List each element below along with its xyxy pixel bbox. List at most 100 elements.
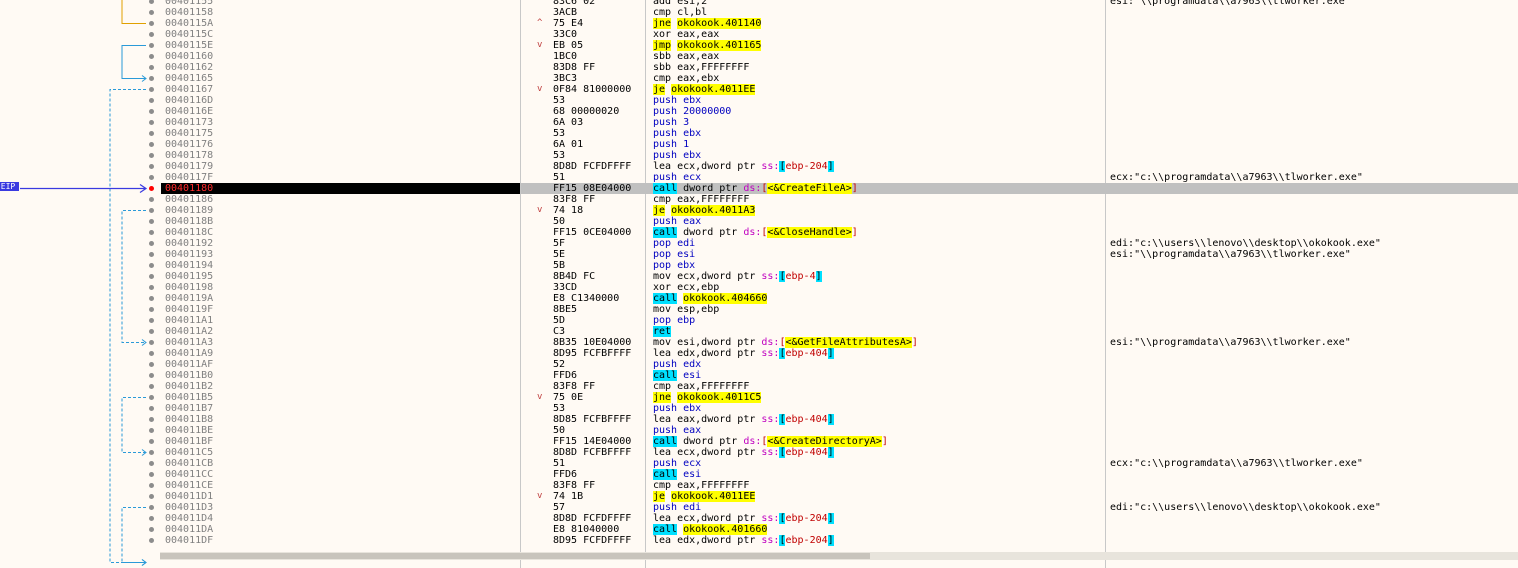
- current-instruction-row[interactable]: 00401180 FF15 08E04000 call dword ptr ds:[…: [0, 183, 1518, 194]
- breakpoint-dot[interactable]: [149, 406, 154, 411]
- instruction-row[interactable]: 0040119F 8BE5 mov esp,ebp: [0, 304, 1518, 315]
- breakpoint-dot[interactable]: [149, 483, 154, 488]
- instruction-row[interactable]: 004011DF 8D95 FCFDFFFF lea edx,dword ptr s…: [0, 535, 1518, 546]
- instruction-row[interactable]: 004011A1 5D pop ebp: [0, 315, 1518, 326]
- breakpoint-dot[interactable]: [149, 142, 154, 147]
- breakpoint-dot[interactable]: [149, 175, 154, 180]
- breakpoint-dot[interactable]: [149, 219, 154, 224]
- breakpoint-dot[interactable]: [149, 494, 154, 499]
- breakpoint-dot[interactable]: [149, 54, 154, 59]
- instruction-row[interactable]: 004011B5 v 75 0E jne okokook.4011C5: [0, 392, 1518, 403]
- breakpoint-dot[interactable]: [149, 197, 154, 202]
- instruction-row[interactable]: 0040118B 50 push eax: [0, 216, 1518, 227]
- breakpoint-dot[interactable]: [149, 439, 154, 444]
- breakpoint-dot[interactable]: [149, 65, 154, 70]
- instruction-row[interactable]: 00401189 v 74 18 je okokook.4011A3: [0, 205, 1518, 216]
- instruction-row[interactable]: 00401186 83F8 FF cmp eax,FFFFFFFF: [0, 194, 1518, 205]
- breakpoint-dot[interactable]: [149, 230, 154, 235]
- instruction-row[interactable]: 004011B8 8D85 FCFBFFFF lea eax,dword ptr s…: [0, 414, 1518, 425]
- instruction-row[interactable]: 004011A2 C3 ret: [0, 326, 1518, 337]
- instruction-row[interactable]: 004011CB 51 push ecx ecx:"c:\\programdata\\…: [0, 458, 1518, 469]
- instruction-row[interactable]: 00401178 53 push ebx: [0, 150, 1518, 161]
- breakpoint-dot[interactable]: [149, 131, 154, 136]
- breakpoint-dot[interactable]: [149, 208, 154, 213]
- instruction-row[interactable]: 00401173 6A 03 push 3: [0, 117, 1518, 128]
- instruction-row[interactable]: 00401175 53 push ebx: [0, 128, 1518, 139]
- breakpoint-dot[interactable]: [149, 351, 154, 356]
- scrollbar-thumb[interactable]: [160, 553, 870, 559]
- breakpoint-dot[interactable]: [149, 461, 154, 466]
- breakpoint-dot[interactable]: [149, 450, 154, 455]
- instruction-row[interactable]: 0040115E v EB 05 jmp okokook.401165: [0, 40, 1518, 51]
- breakpoint-dot[interactable]: [149, 32, 154, 37]
- instruction-row[interactable]: 00401167 v 0F84 81000000 je okokook.4011EE: [0, 84, 1518, 95]
- breakpoint-dot[interactable]: [149, 285, 154, 290]
- breakpoint-dot[interactable]: [149, 428, 154, 433]
- instruction-row[interactable]: 0040115C 33C0 xor eax,eax: [0, 29, 1518, 40]
- instruction-row[interactable]: 004011AF 52 push edx: [0, 359, 1518, 370]
- breakpoint-dot[interactable]: [149, 505, 154, 510]
- breakpoint-dot[interactable]: [149, 527, 154, 532]
- instruction-row[interactable]: 00401195 8B4D FC mov ecx,dword ptr ss:[ebp…: [0, 271, 1518, 282]
- instruction-row[interactable]: 00401192 5F pop edi edi:"c:\\users\\lenovo\…: [0, 238, 1518, 249]
- instruction-row[interactable]: 00401193 5E pop esi esi:"\\programdata\\a79…: [0, 249, 1518, 260]
- instruction-row[interactable]: 004011CC FFD6 call esi: [0, 469, 1518, 480]
- breakpoint-dot[interactable]: [149, 472, 154, 477]
- breakpoint-dot[interactable]: [149, 362, 154, 367]
- instruction-row[interactable]: 00401158 3ACB cmp cl,bl: [0, 7, 1518, 18]
- instruction-row[interactable]: 0040116D 53 push ebx: [0, 95, 1518, 106]
- breakpoint-dot[interactable]: [149, 252, 154, 257]
- breakpoint-dot[interactable]: [149, 98, 154, 103]
- breakpoint-dot[interactable]: [149, 109, 154, 114]
- instruction-row[interactable]: 00401155 83C6 02 add esi,2 esi:"\\programda…: [0, 0, 1518, 7]
- horizontal-scrollbar[interactable]: [160, 552, 1518, 560]
- breakpoint-dot[interactable]: [149, 10, 154, 15]
- breakpoint-dot[interactable]: [149, 340, 154, 345]
- breakpoint-dot[interactable]: [149, 21, 154, 26]
- instruction-row[interactable]: 004011CE 83F8 FF cmp eax,FFFFFFFF: [0, 480, 1518, 491]
- breakpoint-dot[interactable]: [149, 87, 154, 92]
- breakpoint-dot[interactable]: [149, 516, 154, 521]
- breakpoint-dot[interactable]: [149, 43, 154, 48]
- breakpoint-dot[interactable]: [149, 373, 154, 378]
- breakpoint-dot[interactable]: [149, 274, 154, 279]
- instruction-row[interactable]: 0040117F 51 push ecx ecx:"c:\\programdata\\…: [0, 172, 1518, 183]
- instruction-row[interactable]: 004011D1 v 74 1B je okokook.4011EE: [0, 491, 1518, 502]
- breakpoint-dot[interactable]: [149, 241, 154, 246]
- instruction-row[interactable]: 00401165 3BC3 cmp eax,ebx: [0, 73, 1518, 84]
- instruction-row[interactable]: 004011A3 8B35 10E04000 mov esi,dword ptr d…: [0, 337, 1518, 348]
- instruction-row[interactable]: 00401176 6A 01 push 1: [0, 139, 1518, 150]
- instruction-row[interactable]: 004011A9 8D95 FCFBFFFF lea edx,dword ptr s…: [0, 348, 1518, 359]
- instruction-row[interactable]: 004011B7 53 push ebx: [0, 403, 1518, 414]
- breakpoint-dot[interactable]: [149, 153, 154, 158]
- instruction-row[interactable]: 00401162 83D8 FF sbb eax,FFFFFFFF: [0, 62, 1518, 73]
- instruction-row[interactable]: 004011DA E8 81040000 call okokook.401660: [0, 524, 1518, 535]
- breakpoint-dot[interactable]: [149, 164, 154, 169]
- breakpoint-dot[interactable]: [149, 0, 154, 4]
- disassembly-view[interactable]: 00401155 83C6 02 add esi,2 esi:"\\programda…: [0, 0, 1518, 568]
- breakpoint-dot[interactable]: [149, 76, 154, 81]
- breakpoint-dot[interactable]: [149, 186, 154, 191]
- breakpoint-dot[interactable]: [149, 395, 154, 400]
- instruction-row[interactable]: 0040116E 68 00000020 push 20000000: [0, 106, 1518, 117]
- breakpoint-dot[interactable]: [149, 263, 154, 268]
- instruction-row[interactable]: 004011B2 83F8 FF cmp eax,FFFFFFFF: [0, 381, 1518, 392]
- instruction-row[interactable]: 00401194 5B pop ebx: [0, 260, 1518, 271]
- instruction-row[interactable]: 004011BE 50 push eax: [0, 425, 1518, 436]
- breakpoint-dot[interactable]: [149, 318, 154, 323]
- instruction-row[interactable]: 004011B0 FFD6 call esi: [0, 370, 1518, 381]
- instruction-row[interactable]: 0040119A E8 C1340000 call okokook.404660: [0, 293, 1518, 304]
- breakpoint-dot[interactable]: [149, 417, 154, 422]
- breakpoint-dot[interactable]: [149, 384, 154, 389]
- breakpoint-dot[interactable]: [149, 538, 154, 543]
- instruction-row[interactable]: 0040118C FF15 0CE04000 call dword ptr ds:[…: [0, 227, 1518, 238]
- breakpoint-dot[interactable]: [149, 296, 154, 301]
- instruction-row[interactable]: 004011D3 57 push edi edi:"c:\\users\\lenovo…: [0, 502, 1518, 513]
- instruction-row[interactable]: 004011D4 8D8D FCFDFFFF lea ecx,dword ptr s…: [0, 513, 1518, 524]
- instruction-row[interactable]: 00401160 1BC0 sbb eax,eax: [0, 51, 1518, 62]
- instruction-row[interactable]: 00401179 8D8D FCFDFFFF lea ecx,dword ptr s…: [0, 161, 1518, 172]
- breakpoint-dot[interactable]: [149, 307, 154, 312]
- breakpoint-dot[interactable]: [149, 329, 154, 334]
- instruction-row[interactable]: 004011C5 8D8D FCFBFFFF lea ecx,dword ptr s…: [0, 447, 1518, 458]
- breakpoint-dot[interactable]: [149, 120, 154, 125]
